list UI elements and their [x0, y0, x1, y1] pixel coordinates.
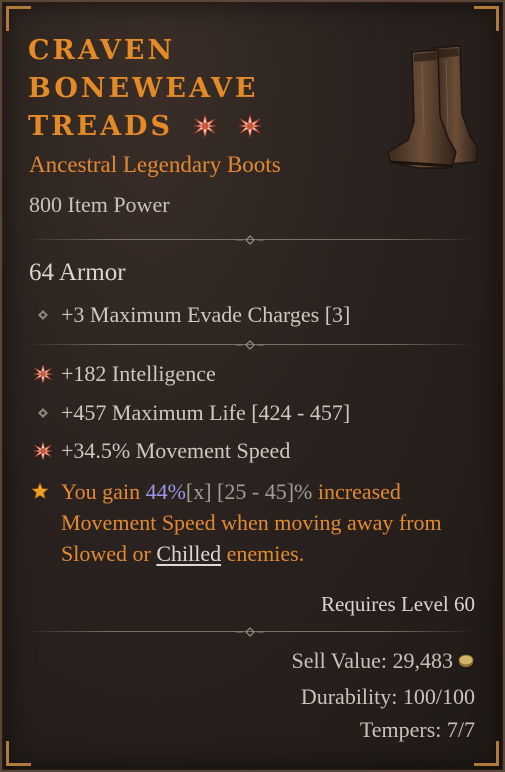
- greater-affix-star-icon: [31, 439, 55, 463]
- item-name-line: CRAVEN: [28, 35, 176, 66]
- diamond-bullet-icon: [31, 401, 55, 425]
- item-name-line: BONEWEAVE: [28, 73, 259, 104]
- boots-icon: [387, 45, 479, 169]
- sell-value-text: Sell Value: 29,483: [291, 648, 453, 673]
- greater-affix-star-icon: [194, 114, 217, 138]
- sell-value: Sell Value: 29,483: [291, 648, 475, 674]
- durability: Durability: 100/100: [300, 684, 475, 709]
- frame-corner: [6, 741, 31, 766]
- gold-coin-icon: [458, 654, 474, 667]
- aspect-value: 44%: [145, 479, 186, 504]
- affix-text: +182 Intelligence: [61, 361, 216, 386]
- chilled-keyword-link[interactable]: Chilled: [156, 541, 221, 566]
- affix-row: +34.5% Movement Speed: [2, 436, 290, 466]
- armor-value: 64 Armor: [29, 259, 126, 286]
- affix-text: +457 Maximum Life [424 - 457]: [61, 400, 351, 425]
- item-name-line: TREADS: [28, 108, 358, 146]
- greater-affix-star-icon: [238, 114, 261, 138]
- section-divider: [24, 339, 475, 351]
- aspect-multiplier: [x]: [185, 479, 212, 504]
- aspect-range: [25 - 45]%: [211, 479, 313, 504]
- requires-level: Requires Level 60: [321, 592, 475, 616]
- section-divider: [24, 234, 475, 246]
- affix-row: +457 Maximum Life [424 - 457]: [2, 398, 350, 428]
- item-name-word: TREADS: [28, 111, 173, 142]
- affix-row: +182 Intelligence: [2, 359, 216, 389]
- item-type: Ancestral Legendary Boots: [29, 152, 281, 177]
- item-tooltip: CRAVEN BONEWEAVE TREADS Ancestral Legend…: [0, 0, 505, 772]
- legendary-aspect-text: You gain 44%[x] [25 - 45]% increased Mov…: [61, 479, 442, 566]
- legendary-aspect-row: You gain 44%[x] [25 - 45]% increased Mov…: [31, 476, 481, 569]
- frame-corner: [474, 741, 499, 766]
- implicit-affix-row: +3 Maximum Evade Charges [3]: [2, 300, 350, 330]
- item-name: CRAVEN BONEWEAVE TREADS: [28, 32, 358, 146]
- affix-text: +34.5% Movement Speed: [61, 438, 291, 463]
- affix-text: +3 Maximum Evade Charges [3]: [61, 302, 351, 327]
- section-divider: [24, 626, 475, 638]
- item-power: 800 Item Power: [29, 192, 170, 217]
- greater-affix-star-icon: [31, 362, 55, 386]
- frame-corner: [6, 6, 31, 31]
- frame-corner: [474, 6, 499, 31]
- legendary-star-icon: [31, 476, 55, 506]
- tempers: Tempers: 7/7: [359, 717, 475, 742]
- diamond-bullet-icon: [31, 303, 55, 327]
